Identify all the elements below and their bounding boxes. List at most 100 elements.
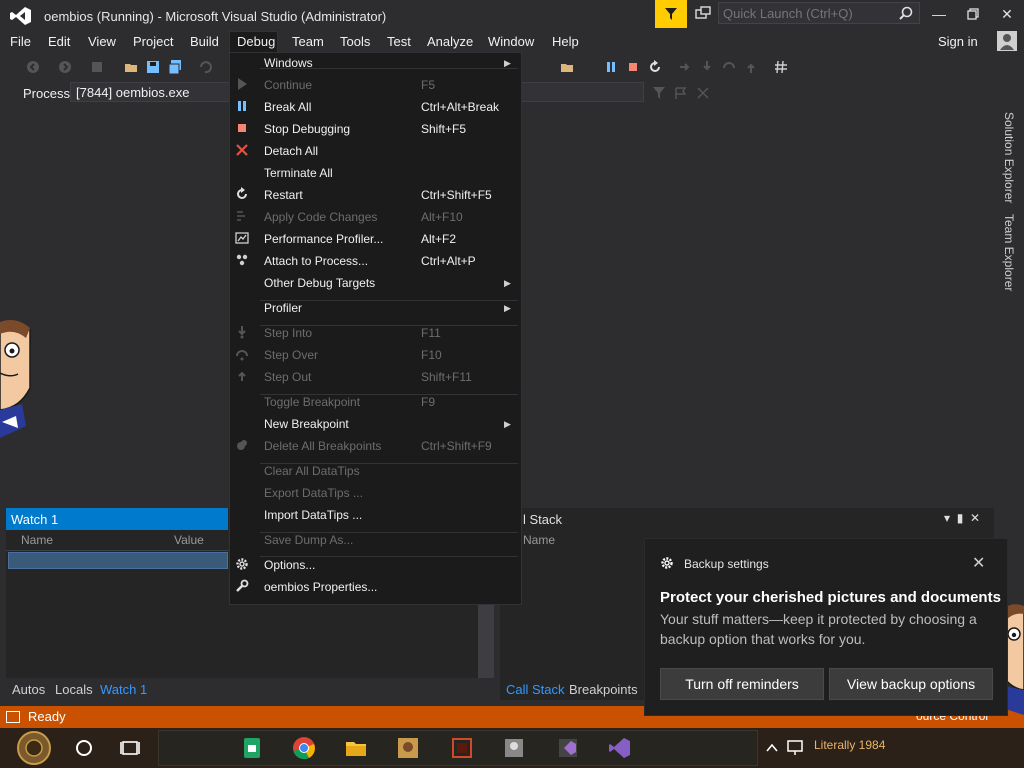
restart-icon <box>237 187 247 199</box>
debug-menu-item-delete-all-breakpoints-label: Delete All Breakpoints <box>264 439 382 453</box>
debug-menu-item-step-out-label: Step Out <box>264 370 312 384</box>
open-file-icon[interactable] <box>124 60 138 74</box>
process-combobox[interactable]: [7844] oembios.exe <box>70 82 230 102</box>
quick-launch-box[interactable] <box>718 2 920 24</box>
debug-menu-item-clear-all-datatips-label: Clear All DataTips <box>264 464 360 478</box>
feedback-icon[interactable] <box>694 5 712 23</box>
tab-locals[interactable]: Locals <box>55 682 93 697</box>
stop-debugging-toolbar-icon[interactable] <box>626 60 640 74</box>
flag-threads-icon[interactable] <box>674 86 688 100</box>
maximize-button[interactable] <box>956 0 990 28</box>
dropdown-icon[interactable]: ▾ <box>944 511 950 525</box>
stack-frame-combobox[interactable] <box>520 82 644 102</box>
notifications-filter-button[interactable] <box>655 0 687 28</box>
search-icon[interactable] <box>899 6 913 20</box>
tab-watch-1[interactable]: Watch 1 <box>100 682 147 697</box>
hex-display-icon[interactable] <box>774 60 788 74</box>
game-app-icon[interactable] <box>396 736 420 760</box>
menu-tools[interactable]: Tools <box>340 34 370 49</box>
gear-icon <box>236 558 248 570</box>
debug-menu-item-continue-shortcut: F5 <box>421 78 436 92</box>
debug-menu-item-apply-code-changes-shortcut: Alt+F10 <box>421 210 463 224</box>
debug-menu-item-oembios-properties-label: oembios Properties... <box>264 580 378 594</box>
debug-menu-item-attach-to-process-label: Attach to Process... <box>264 254 369 268</box>
call-stack-panel-controls: ▾ ▮ ✕ <box>944 511 980 525</box>
step-out-toolbar-icon[interactable] <box>744 60 758 74</box>
debug-menu-item-toggle-breakpoint-label: Toggle Breakpoint <box>264 395 361 409</box>
menu-test[interactable]: Test <box>387 34 411 49</box>
toast-body: Your stuff matters—keep it protected by … <box>660 611 977 647</box>
watch-scrollbar[interactable] <box>478 600 494 678</box>
save-icon[interactable] <box>146 60 160 74</box>
quick-launch-input[interactable] <box>723 5 893 21</box>
undo-icon[interactable] <box>198 60 212 74</box>
menu-team[interactable]: Team <box>292 34 324 49</box>
network-icon[interactable] <box>786 738 806 758</box>
view-backup-options-button[interactable]: View backup options <box>829 668 993 700</box>
tab-call-stack[interactable]: Call Stack <box>506 682 565 697</box>
media-app-icon[interactable] <box>450 736 474 760</box>
task-view-icon[interactable] <box>118 736 142 760</box>
file-explorer-icon[interactable] <box>344 736 368 760</box>
menu-project[interactable]: Project <box>133 34 173 49</box>
cortana-icon[interactable] <box>72 736 96 760</box>
save-all-icon[interactable] <box>168 60 182 74</box>
break-all-toolbar-icon[interactable] <box>604 60 618 74</box>
close-window-button[interactable]: ✕ <box>990 0 1024 28</box>
watch-value-column[interactable]: Value <box>174 533 204 547</box>
account-icon[interactable] <box>997 31 1017 51</box>
call-stack-panel-title: l Stack <box>523 512 563 527</box>
turn-off-reminders-button[interactable]: Turn off reminders <box>660 668 824 700</box>
submenu-arrow-icon: ▶ <box>504 419 511 429</box>
wrench-icon <box>236 579 249 592</box>
watch-new-item-row[interactable] <box>8 552 228 569</box>
solution-explorer-tab[interactable]: Solution Explorer <box>1002 112 1016 203</box>
menu-file[interactable]: File <box>10 34 31 49</box>
debug-menu-item-attach-to-process-shortcut: Ctrl+Alt+P <box>421 254 476 268</box>
visual-studio-taskbar-icon[interactable] <box>608 736 632 760</box>
menu-debug[interactable]: Debug <box>237 34 275 49</box>
menu-help[interactable]: Help <box>552 34 579 49</box>
debug-menu-item-step-over-label: Step Over <box>264 348 319 362</box>
team-explorer-tab[interactable]: Team Explorer <box>1002 214 1016 291</box>
menu-analyze[interactable]: Analyze <box>427 34 473 49</box>
sheets-app-icon[interactable] <box>240 736 264 760</box>
taskbar-clock-text[interactable]: Literally 1984 <box>814 738 885 752</box>
navigate-forward-icon[interactable] <box>58 60 72 74</box>
pin-icon[interactable]: ▮ <box>957 511 964 525</box>
minimize-button[interactable]: — <box>922 0 956 28</box>
start-button-icon[interactable] <box>16 730 52 766</box>
debug-menu-item-restart-shortcut: Ctrl+Shift+F5 <box>421 188 492 202</box>
people-app-icon[interactable] <box>502 736 526 760</box>
new-project-icon[interactable] <box>90 60 104 74</box>
step-into-toolbar-icon[interactable] <box>700 60 714 74</box>
navigate-back-icon[interactable] <box>26 60 40 74</box>
sign-in-link[interactable]: Sign in <box>938 34 978 49</box>
chrome-icon[interactable] <box>292 736 316 760</box>
restart-toolbar-icon[interactable] <box>648 60 662 74</box>
call-stack-name-column[interactable]: Name <box>523 533 555 547</box>
menu-edit[interactable]: Edit <box>48 34 70 49</box>
toast-close-button[interactable]: ✕ <box>972 553 985 573</box>
delete-breakpoints-icon <box>237 440 247 450</box>
show-hidden-icons-icon[interactable] <box>764 740 780 756</box>
watch-name-column[interactable]: Name <box>21 533 53 547</box>
close-icon[interactable]: ✕ <box>970 511 980 525</box>
visual-studio-installer-icon[interactable] <box>556 736 580 760</box>
debug-menu-item-performance-profiler-label: Performance Profiler... <box>264 232 384 246</box>
menu-bar: File Edit View Project Build Debug Team … <box>0 32 1024 52</box>
expand-callstack-icon[interactable] <box>696 86 710 100</box>
show-threads-icon[interactable] <box>560 60 574 74</box>
debug-menu-item-apply-code-changes-label: Apply Code Changes <box>264 210 378 224</box>
tab-breakpoints[interactable]: Breakpoints <box>569 682 638 697</box>
watch-panel-title: Watch 1 <box>11 512 59 527</box>
step-over-toolbar-icon[interactable] <box>722 60 736 74</box>
show-next-statement-icon[interactable] <box>678 60 692 74</box>
tab-autos[interactable]: Autos <box>12 682 45 697</box>
filter-threads-icon[interactable] <box>652 86 666 100</box>
debug-menu-item-step-into-label: Step Into <box>264 326 313 340</box>
menu-build[interactable]: Build <box>190 34 219 49</box>
menu-view[interactable]: View <box>88 34 116 49</box>
debug-menu-item-options-label: Options... <box>264 558 316 572</box>
menu-window[interactable]: Window <box>488 34 534 49</box>
